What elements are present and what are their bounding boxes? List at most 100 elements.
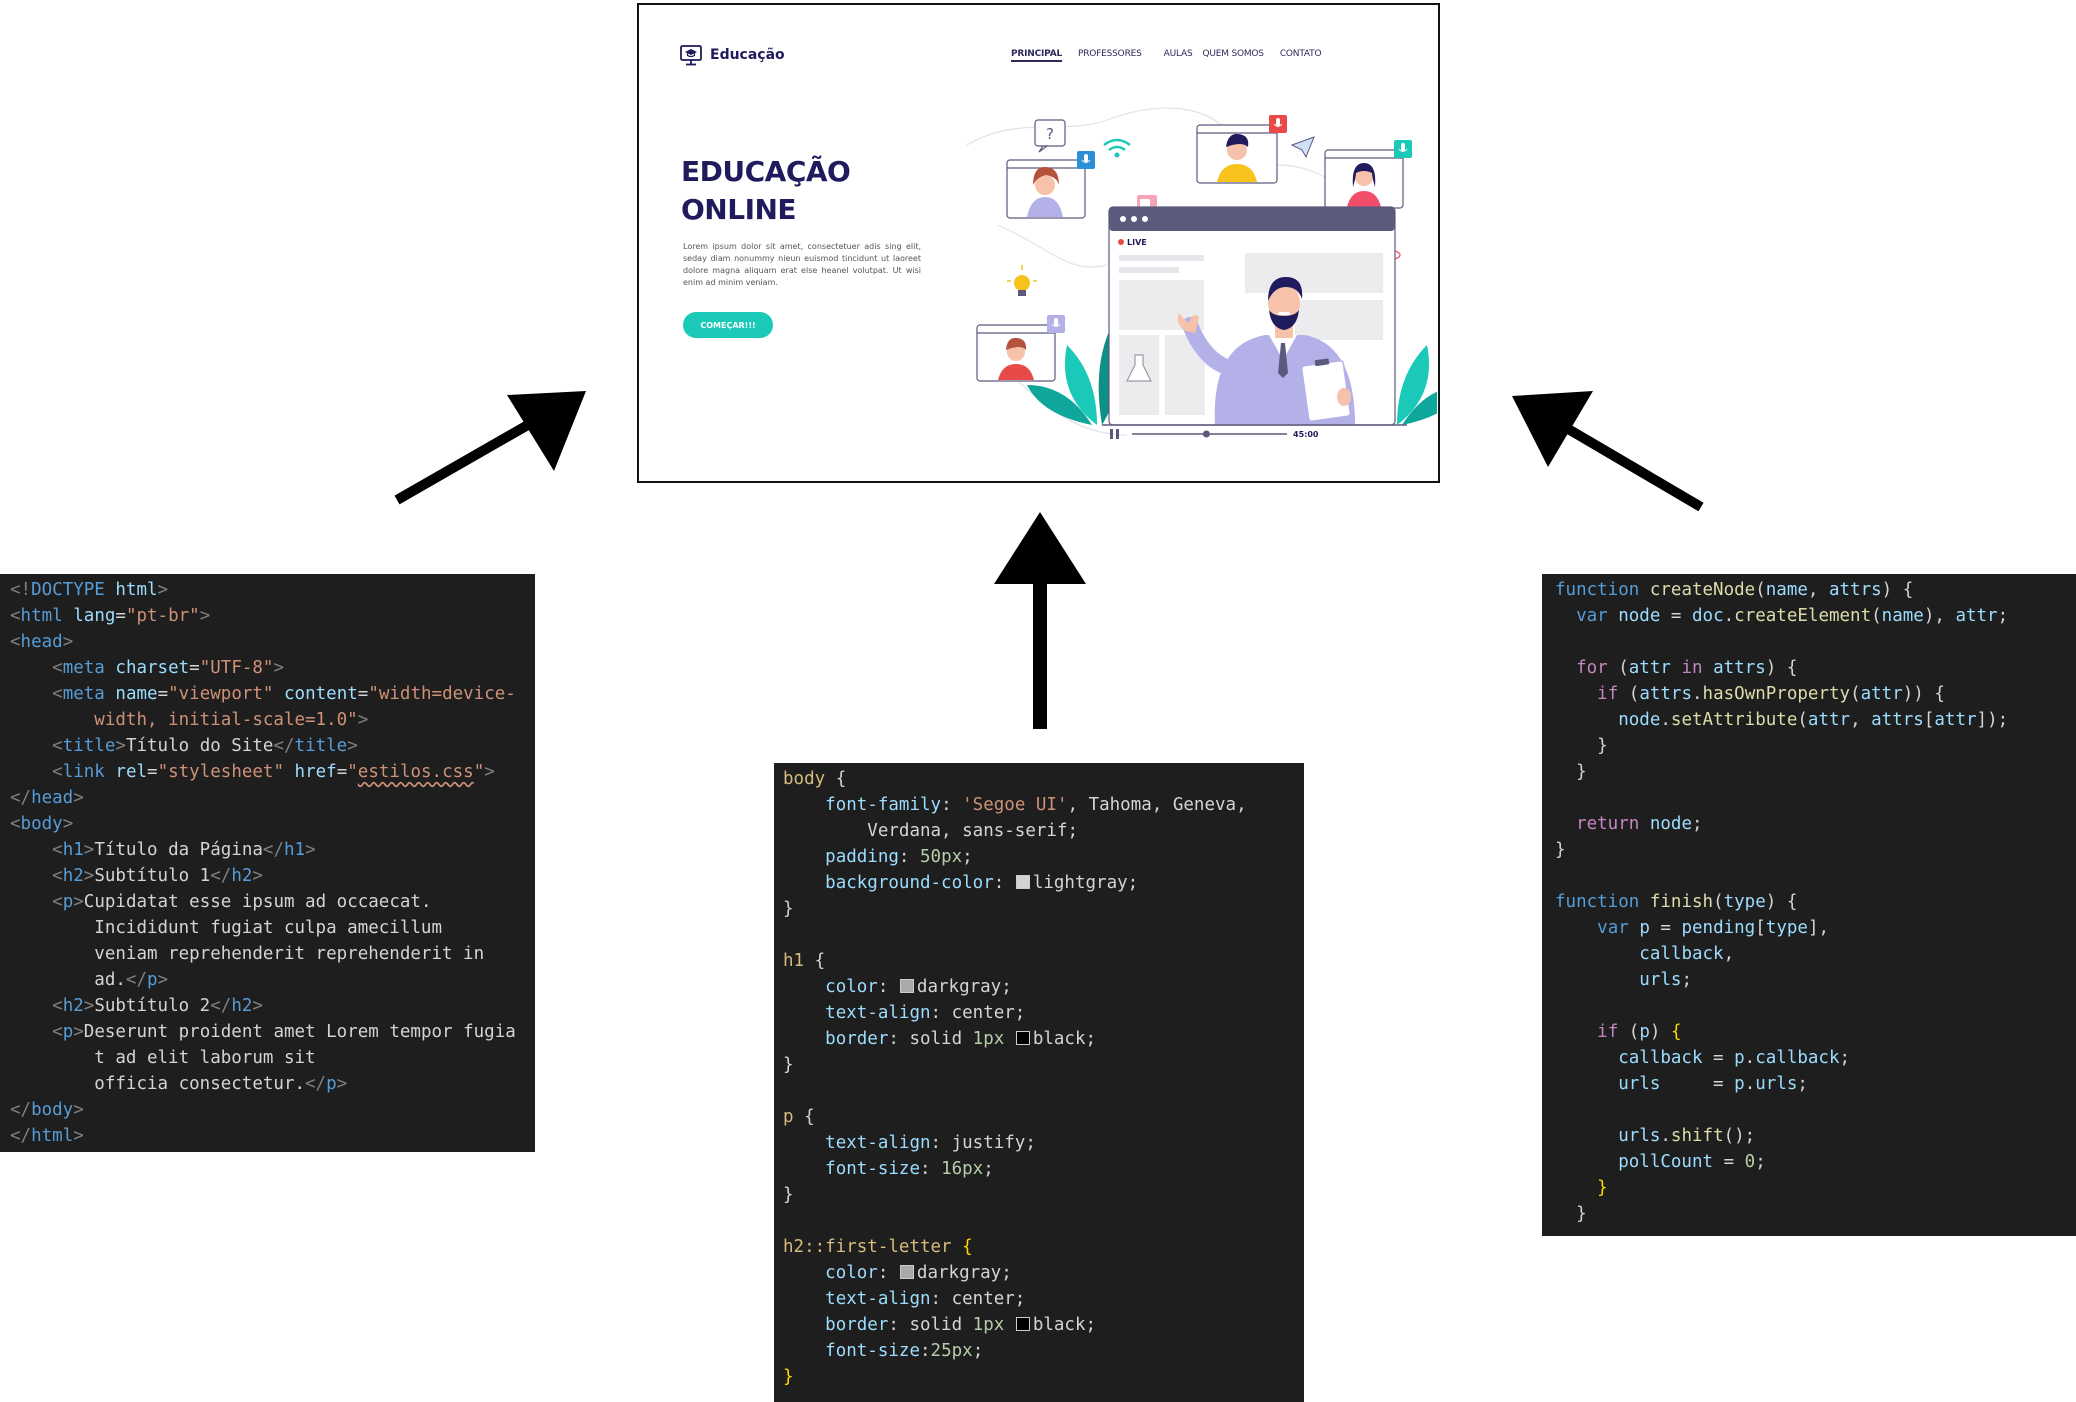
code-line: } [1555, 759, 2076, 785]
code-line: width, initial-scale=1.0"> [10, 707, 535, 733]
microphone-icon [1077, 151, 1095, 169]
code-token: var [1576, 606, 1608, 626]
code-token: , [1807, 580, 1829, 600]
code-token: : [877, 977, 899, 997]
code-token: function [1555, 892, 1640, 912]
code-line: } [783, 1364, 1304, 1390]
code-token: ], [1807, 918, 1830, 938]
hero-description: Lorem ipsum dolor sit amet, consectetuer… [683, 242, 921, 287]
code-line: var node = doc.createElement(name), attr… [1555, 603, 2076, 629]
code-line: if (p) { [1555, 1019, 2076, 1045]
code-token: : [941, 795, 963, 815]
nav-aulas[interactable]: AULAS [1164, 49, 1193, 59]
code-token: 'Segoe UI' [962, 795, 1068, 815]
code-token: = [1702, 1048, 1735, 1068]
code-token: " [473, 762, 485, 782]
code-line: return node; [1555, 811, 2076, 837]
nav-principal[interactable]: PRINCIPAL [1011, 49, 1062, 59]
hero-title-line1: EDUCAÇÃO [681, 155, 851, 188]
code-token: } [783, 899, 794, 919]
code-token: 0 [1744, 1152, 1756, 1172]
code-token: ( [1797, 710, 1808, 730]
code-token: link [62, 762, 105, 782]
code-line: } [783, 1052, 1304, 1078]
code-token: : [877, 1263, 899, 1283]
js-code-panel: function createNode(name, attrs) { var n… [1542, 574, 2076, 1236]
code-token: h2 [62, 996, 84, 1016]
paper-plane-icon [1290, 136, 1315, 159]
code-token: p [1734, 1074, 1745, 1094]
code-token: = [336, 762, 348, 782]
code-token: "viewport" [168, 684, 274, 704]
code-line: <p>Deserunt proident amet Lorem tempor f… [10, 1019, 535, 1045]
code-token: )) { [1902, 684, 1945, 704]
code-token: font-family [825, 795, 942, 815]
code-token: callback [1639, 944, 1724, 964]
code-token: h1 [62, 840, 84, 860]
code-token: { [825, 769, 847, 789]
brand-logo[interactable]: Educação [679, 43, 785, 67]
nav-contato[interactable]: CONTATO [1280, 49, 1322, 59]
code-token: . [1723, 606, 1735, 626]
code-token: 1px [972, 1315, 1005, 1335]
code-token: body [31, 1100, 74, 1120]
code-token: attrs [1713, 658, 1766, 678]
code-token: ; [1797, 1074, 1808, 1094]
code-token: } [783, 1367, 794, 1387]
code-token: </ [305, 1074, 327, 1094]
code-token: ) { [1765, 658, 1798, 678]
video-time: 45:00 [1293, 430, 1319, 439]
code-line: } [1555, 1175, 2076, 1201]
code-line: } [1555, 1201, 2076, 1227]
code-line: node.setAttribute(attr, attrs[attr]); [1555, 707, 2076, 733]
progress-knob[interactable] [1202, 430, 1210, 438]
code-token: Título do Site [125, 736, 274, 756]
code-token: attr [1955, 606, 1998, 626]
code-token: > [484, 762, 495, 782]
pause-icon[interactable] [1110, 429, 1113, 439]
code-token: lang [73, 606, 116, 626]
code-token: : center; [930, 1289, 1026, 1309]
code-line: var p = pending[type], [1555, 915, 2076, 941]
nav-quem-somos[interactable]: QUEM SOMOS [1202, 49, 1264, 59]
code-token: t ad elit laborum sit [94, 1048, 316, 1068]
code-token: "width=device- [368, 684, 516, 704]
code-token: function [1555, 580, 1640, 600]
code-token: name [1881, 606, 1924, 626]
code-line: <p>Cupidatat esse ipsum ad occaecat. [10, 889, 535, 915]
code-token: } [1555, 840, 1566, 860]
code-token: createElement [1734, 606, 1872, 626]
code-token: </ [210, 866, 232, 886]
code-token: text-align [825, 1289, 931, 1309]
code-line: urls.shift(); [1555, 1123, 2076, 1149]
code-token: ; [962, 847, 973, 867]
nav-professores[interactable]: PROFESSORES [1078, 49, 1142, 59]
code-token: [ [1755, 918, 1766, 938]
video-controls: 45:00 [1102, 424, 1407, 439]
start-button[interactable]: COMEÇAR!!! [683, 312, 773, 338]
code-token: hasOwnProperty [1702, 684, 1851, 704]
code-token: urls [1755, 1074, 1798, 1094]
live-label: LIVE [1127, 238, 1147, 247]
main-nav: PRINCIPAL PROFESSORES AULAS QUEM SOMOS C… [1011, 49, 1322, 59]
code-token: } [783, 1055, 794, 1075]
code-line: <title>Título do Site</title> [10, 733, 535, 759]
code-token: 16px [941, 1159, 984, 1179]
code-line: <link rel="stylesheet" href="estilos.css… [10, 759, 535, 785]
code-token: ) { [1881, 580, 1914, 600]
code-token: [ [1923, 710, 1935, 730]
